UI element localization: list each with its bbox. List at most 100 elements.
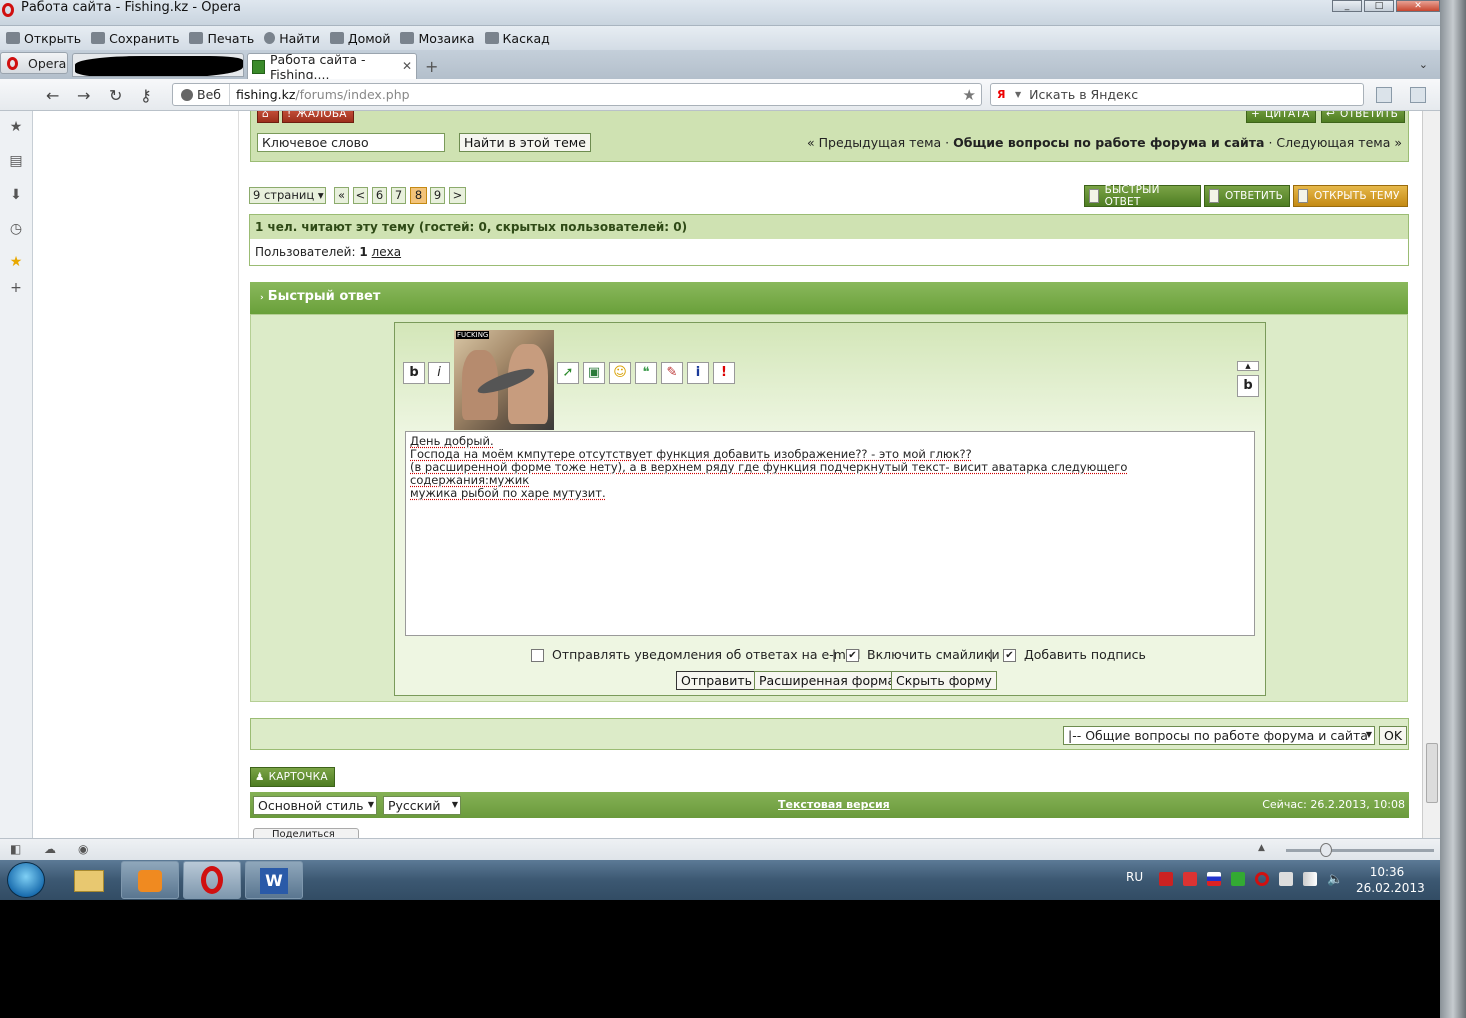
collapse-toolbar-icon[interactable]: ▲: [1237, 361, 1259, 371]
text-version-link[interactable]: Текстовая версия: [778, 798, 890, 811]
history-clock-icon[interactable]: ◷: [8, 221, 24, 237]
page-icon[interactable]: [1376, 87, 1392, 103]
zoom-slider[interactable]: [1286, 849, 1434, 852]
print-button[interactable]: Печать: [189, 31, 254, 46]
prev-page-link[interactable]: <: [353, 187, 368, 204]
address-field[interactable]: Веб fishing.kz/forums/index.php ★: [172, 83, 982, 106]
page-link[interactable]: 7: [391, 187, 406, 204]
downloads-icon[interactable]: ⬇: [8, 187, 24, 203]
clock[interactable]: 10:36 26.02.2013: [1356, 864, 1425, 896]
key-icon[interactable]: ⚷: [140, 86, 152, 105]
forward-icon[interactable]: →: [77, 86, 90, 105]
notes-icon[interactable]: ▤: [8, 153, 24, 169]
signature-checkbox[interactable]: ✔: [1003, 649, 1016, 662]
reply-small-button[interactable]: ↩ ОТВЕТИТЬ: [1321, 111, 1406, 123]
next-page-link[interactable]: >: [449, 187, 466, 204]
advanced-form-button[interactable]: Расширенная форма: [754, 671, 901, 690]
jump-ok-button[interactable]: OK: [1379, 726, 1408, 745]
report-button[interactable]: ! ЖАЛОБА: [282, 111, 354, 123]
email-notify-checkbox[interactable]: [531, 649, 544, 662]
quote-bubble-icon[interactable]: ❝: [635, 362, 657, 384]
spellcheck-icon[interactable]: ✎: [661, 362, 683, 384]
user-link[interactable]: леха: [372, 245, 402, 259]
home-button[interactable]: Домой: [329, 31, 390, 46]
smiley-icon[interactable]: ☺: [609, 362, 631, 384]
bold-button-right[interactable]: b: [1237, 375, 1259, 397]
close-window-button[interactable]: ✕: [1396, 0, 1440, 12]
scrollbar-thumb[interactable]: [1426, 743, 1438, 803]
maximize-button[interactable]: □: [1364, 0, 1394, 12]
opera-taskbar-button[interactable]: [183, 861, 241, 899]
tab-redacted[interactable]: [72, 53, 244, 77]
minimize-button[interactable]: _: [1332, 0, 1362, 12]
signal-icon[interactable]: [1231, 872, 1245, 886]
speed-dial-icon[interactable]: ◉: [78, 842, 88, 856]
hide-form-button[interactable]: Скрыть форму: [891, 671, 997, 690]
message-textarea[interactable]: День добрый. Господа на моём кмпутере от…: [405, 431, 1255, 636]
card-button[interactable]: ♟ КАРТОЧКА: [250, 767, 335, 787]
opera-menu-button[interactable]: Opera: [0, 52, 68, 74]
close-tab-icon[interactable]: ✕: [402, 59, 412, 73]
network-icon[interactable]: [1303, 872, 1317, 886]
vertical-scrollbar[interactable]: [1422, 111, 1440, 838]
panel-toggle-icon[interactable]: ◧: [10, 842, 21, 856]
cascade-button[interactable]: Каскад: [484, 31, 550, 46]
quick-reply-header[interactable]: › Быстрый ответ: [250, 282, 1408, 314]
info-icon[interactable]: i: [687, 362, 709, 384]
reload-icon[interactable]: ↻: [109, 86, 122, 105]
open-button[interactable]: Открыть: [6, 31, 81, 46]
zoom-slider-knob[interactable]: [1320, 843, 1332, 857]
insert-link-icon[interactable]: ➚: [557, 362, 579, 384]
submit-button[interactable]: Отправить: [676, 671, 758, 690]
share-button[interactable]: Поделиться: [253, 828, 359, 838]
page-link[interactable]: 9: [430, 187, 445, 204]
chevron-down-icon[interactable]: ▼: [1015, 90, 1021, 99]
tray-shield-icon[interactable]: [1183, 872, 1197, 886]
forum-jump-select[interactable]: |-- Общие вопросы по работе форума и сай…: [1063, 726, 1375, 745]
new-tab-icon[interactable]: +: [425, 57, 438, 76]
tab-active[interactable]: Работа сайта - Fishing.... ✕: [247, 52, 417, 82]
insert-image-icon[interactable]: ▣: [583, 362, 605, 384]
mail-icon[interactable]: [1410, 87, 1426, 103]
quote-button[interactable]: + ЦИТАТА: [1246, 111, 1317, 123]
find-in-topic-button[interactable]: Найти в этой теме: [459, 133, 591, 152]
flag-icon[interactable]: [1279, 872, 1293, 886]
word-taskbar-button[interactable]: W: [245, 861, 303, 899]
home-small-button[interactable]: ⌂: [257, 111, 279, 123]
italic-button[interactable]: i: [428, 362, 450, 384]
next-topic-link[interactable]: Следующая тема »: [1276, 135, 1402, 150]
back-icon[interactable]: ←: [46, 86, 59, 105]
find-button[interactable]: Найти: [264, 31, 320, 46]
language-select[interactable]: Русский ▼: [383, 796, 461, 815]
search-field[interactable]: Я ▼ Искать в Яндекс: [990, 83, 1364, 106]
cloud-icon[interactable]: ☁: [44, 842, 56, 856]
first-page-link[interactable]: «: [334, 187, 349, 204]
media-player-taskbar-button[interactable]: [121, 861, 179, 899]
pages-dropdown[interactable]: 9 страниц ▾: [249, 187, 326, 204]
bookmark-star-icon[interactable]: ★: [963, 86, 976, 104]
save-button[interactable]: Сохранить: [91, 31, 179, 46]
web-badge[interactable]: Веб: [173, 84, 230, 105]
volume-icon[interactable]: 🔈: [1327, 872, 1343, 887]
add-panel-icon[interactable]: +: [8, 280, 24, 296]
style-select[interactable]: Основной стиль ▼: [253, 796, 377, 815]
new-topic-button[interactable]: ОТКРЫТЬ ТЕМУ: [1293, 185, 1408, 207]
tile-button[interactable]: Мозаика: [400, 31, 475, 46]
chevron-down-icon[interactable]: ⌄: [1419, 58, 1428, 71]
start-button[interactable]: [7, 862, 45, 898]
reply-button[interactable]: ОТВЕТИТЬ: [1204, 185, 1290, 207]
keyword-input[interactable]: Ключевое слово: [257, 133, 445, 152]
russia-flag-icon[interactable]: [1207, 872, 1221, 886]
widgets-star-icon[interactable]: ★: [8, 254, 24, 270]
smilies-checkbox[interactable]: ✔: [846, 649, 859, 662]
explorer-taskbar-button[interactable]: [60, 861, 118, 899]
prev-topic-link[interactable]: « Предыдущая тема: [807, 135, 941, 150]
tray-app-icon[interactable]: [1159, 872, 1173, 886]
alert-icon[interactable]: !: [713, 362, 735, 384]
zoom-up-icon[interactable]: ▲: [1258, 843, 1265, 853]
page-link[interactable]: 6: [372, 187, 387, 204]
bookmarks-star-icon[interactable]: ★: [8, 119, 24, 135]
language-indicator[interactable]: RU: [1126, 870, 1143, 884]
opera-tray-icon[interactable]: [1255, 872, 1269, 886]
bold-button[interactable]: b: [403, 362, 425, 384]
